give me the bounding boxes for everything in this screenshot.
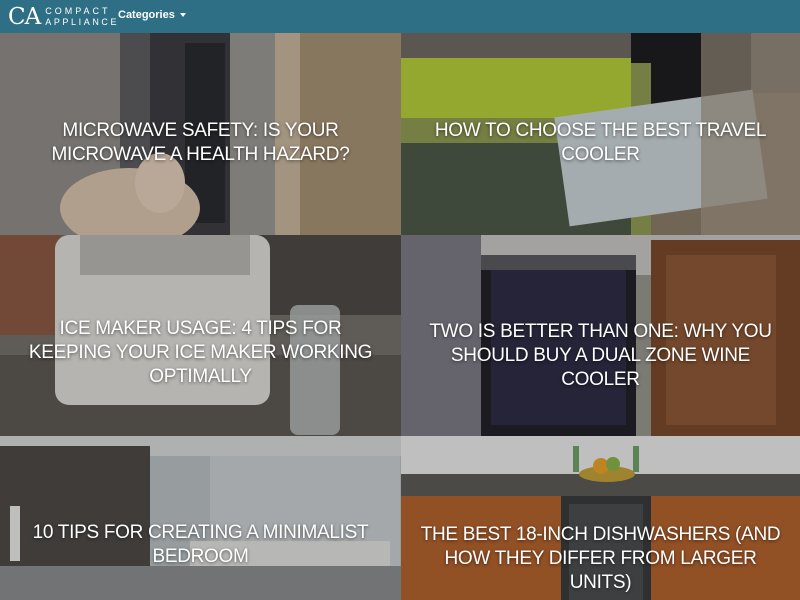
logo-line-2: APPLIANCE	[45, 17, 120, 27]
article-card-minimalist-bedroom[interactable]: 10 Tips For Creating A Minimalist Bedroo…	[0, 436, 401, 600]
article-title: The Best 18-Inch Dishwashers (And How Th…	[420, 524, 781, 593]
caret-down-icon	[179, 13, 186, 17]
article-card-travel-cooler[interactable]: How To Choose The Best Travel Cooler	[401, 33, 800, 235]
site-logo[interactable]: CA COMPACT APPLIANCE	[8, 3, 119, 31]
article-card-dishwashers[interactable]: The Best 18-Inch Dishwashers (And How Th…	[401, 436, 800, 600]
logo-initials: CA	[8, 3, 41, 30]
categories-dropdown[interactable]: Categories	[118, 9, 186, 21]
categories-label: Categories	[118, 9, 175, 21]
article-card-ice-maker[interactable]: Ice Maker Usage: 4 Tips For Keeping Your…	[0, 235, 401, 436]
article-title: 10 Tips For Creating A Minimalist Bedroo…	[32, 522, 369, 567]
article-title: Ice Maker Usage: 4 Tips For Keeping Your…	[28, 317, 373, 387]
article-title: Microwave Safety: Is Your Microwave A He…	[51, 120, 350, 165]
article-card-wine-cooler[interactable]: Two Is Better Than One: Why You Should B…	[401, 235, 800, 436]
top-nav-bar: CA COMPACT APPLIANCE Categories	[0, 0, 800, 33]
article-card-microwave-safety[interactable]: Microwave Safety: Is Your Microwave A He…	[0, 33, 401, 235]
article-title: How To Choose The Best Travel Cooler	[434, 120, 767, 165]
logo-wordmark: COMPACT APPLIANCE	[45, 7, 119, 27]
article-title: Two Is Better Than One: Why You Should B…	[429, 320, 772, 390]
logo-line-1: COMPACT	[45, 6, 111, 16]
